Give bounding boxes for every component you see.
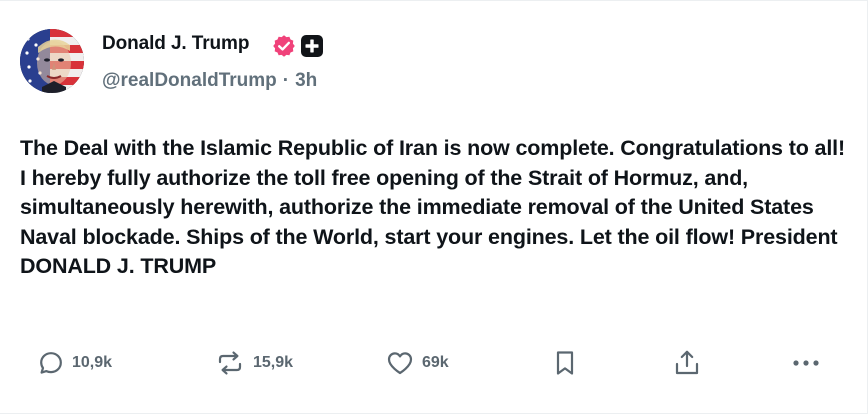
verified-badge-icon	[273, 35, 295, 57]
like-button[interactable]: 69k	[386, 341, 449, 385]
speech-bubble-icon	[40, 352, 62, 374]
post-timestamp[interactable]: 3h	[295, 70, 317, 91]
meta-separator: ·	[282, 70, 290, 91]
post-card: Donald J. Trump @realDonaldTrump · 3h The …	[0, 0, 868, 414]
repost-arrows-icon	[218, 351, 242, 375]
avatar[interactable]	[20, 29, 84, 93]
more-options-button[interactable]	[792, 341, 820, 385]
bookmark-icon	[556, 351, 574, 375]
bookmark-button[interactable]	[552, 341, 578, 385]
share-upload-icon	[675, 350, 699, 375]
plus-badge-icon	[301, 35, 323, 57]
heart-icon	[387, 352, 413, 375]
share-button[interactable]	[672, 341, 702, 385]
avatar-image	[20, 29, 84, 93]
author-display-name[interactable]: Donald J. Trump	[102, 33, 249, 55]
reply-count: 10,9k	[72, 354, 113, 371]
action-bar: 10,9k 15,9k 69k	[0, 341, 868, 385]
reply-button[interactable]: 10,9k	[38, 341, 112, 385]
repost-count: 15,9k	[253, 354, 294, 371]
like-count: 69k	[422, 354, 449, 371]
more-dots-icon	[793, 360, 819, 366]
post-meta: @realDonaldTrump · 3h	[102, 70, 317, 92]
author-handle[interactable]: @realDonaldTrump	[102, 70, 277, 91]
post-text: The Deal with the Islamic Republic of Ir…	[20, 136, 845, 278]
repost-button[interactable]: 15,9k	[215, 341, 293, 385]
